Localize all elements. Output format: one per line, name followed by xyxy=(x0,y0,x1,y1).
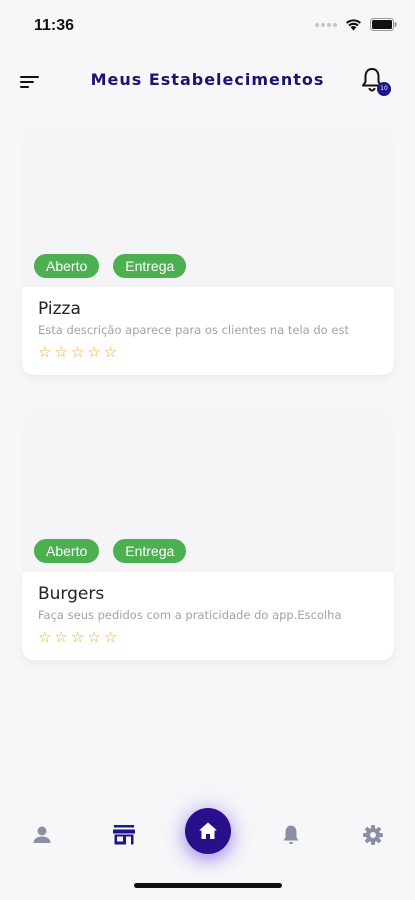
star-icon: ☆ xyxy=(87,628,101,646)
star-icon: ☆ xyxy=(54,628,68,646)
star-icon: ☆ xyxy=(70,343,85,361)
nav-notifications[interactable] xyxy=(278,822,304,848)
establishment-card[interactable]: Aberto Entrega Pizza Esta descrição apar… xyxy=(22,128,394,375)
bell-icon xyxy=(283,825,299,844)
signal-icon xyxy=(315,22,337,27)
tag-list: Aberto Entrega xyxy=(34,254,187,278)
person-icon xyxy=(33,826,51,843)
status-tag: Aberto xyxy=(34,254,100,278)
delivery-tag: Entrega xyxy=(113,254,187,278)
status-icons xyxy=(315,18,397,31)
star-icon: ☆ xyxy=(103,343,118,361)
establishment-info[interactable]: Pizza Esta descrição aparece para os cli… xyxy=(22,287,394,375)
rating-stars: ☆ ☆ ☆ ☆ ☆ xyxy=(38,343,117,361)
rating-stars: ☆ ☆ ☆ ☆ ☆ xyxy=(38,628,117,646)
establishment-name: Pizza xyxy=(38,299,81,319)
establishment-card[interactable]: Aberto Entrega Burgers Faça seus pedidos… xyxy=(22,414,394,661)
bottom-nav xyxy=(0,800,415,870)
establishment-description: Faça seus pedidos com a praticidade do a… xyxy=(38,608,342,622)
establishment-name: Burgers xyxy=(38,584,105,604)
star-icon: ☆ xyxy=(38,628,52,646)
home-icon xyxy=(199,822,217,839)
status-tag: Aberto xyxy=(34,539,100,563)
delivery-tag: Entrega xyxy=(113,539,187,563)
status-bar: 11:36 xyxy=(0,0,415,52)
tag-list: Aberto Entrega xyxy=(34,539,187,563)
nav-profile[interactable] xyxy=(29,822,55,848)
store-icon xyxy=(113,825,135,845)
status-time: 11:36 xyxy=(34,17,75,34)
wifi-icon xyxy=(346,19,361,31)
star-icon: ☆ xyxy=(38,343,52,361)
notifications-button[interactable]: 10 xyxy=(359,66,391,96)
battery-icon xyxy=(370,18,397,31)
nav-home[interactable] xyxy=(185,808,231,854)
star-icon: ☆ xyxy=(54,343,68,361)
app-header: Meus Estabelecimentos 10 xyxy=(0,58,415,106)
home-indicator[interactable] xyxy=(134,883,282,888)
establishment-description: Esta descrição aparece para os clientes … xyxy=(38,323,349,337)
nav-stores[interactable] xyxy=(111,822,137,848)
gear-icon xyxy=(363,825,383,845)
star-icon: ☆ xyxy=(70,628,85,646)
notification-badge: 10 xyxy=(377,82,391,96)
star-icon: ☆ xyxy=(87,343,101,361)
establishment-info[interactable]: Burgers Faça seus pedidos com a praticid… xyxy=(22,572,394,660)
star-icon: ☆ xyxy=(103,628,118,646)
nav-settings[interactable] xyxy=(360,822,386,848)
page-title: Meus Estabelecimentos xyxy=(90,70,325,89)
